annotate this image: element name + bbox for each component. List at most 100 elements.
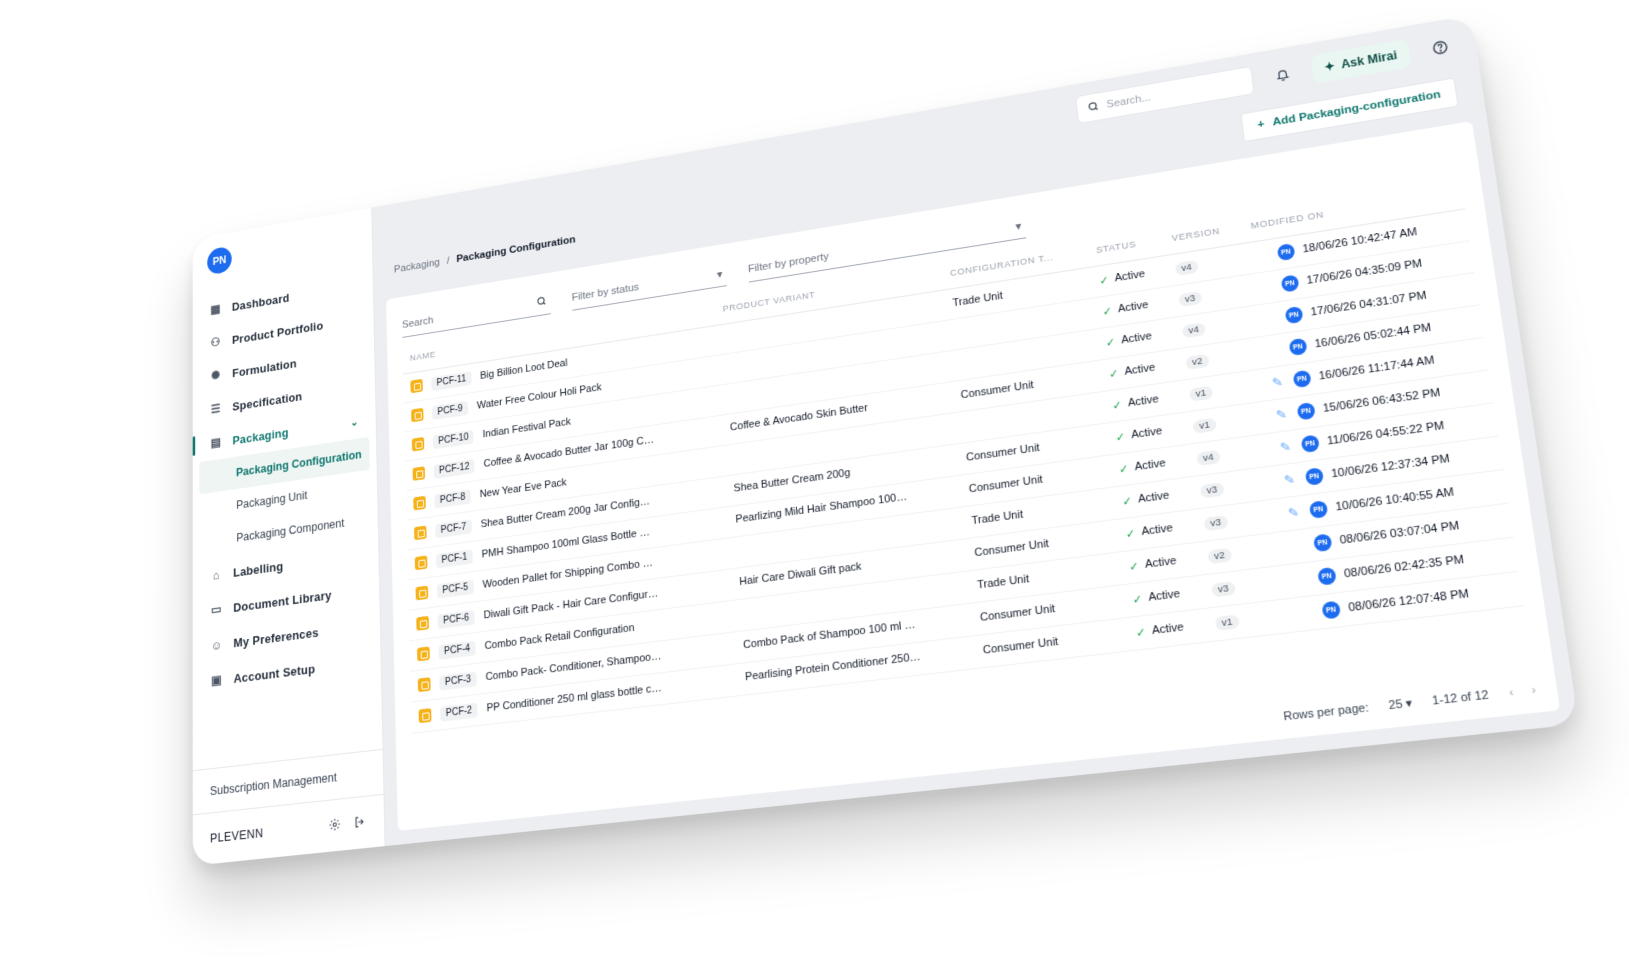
sidebar-bottom: Subscription Management PLEVENN <box>192 748 385 866</box>
sidebar-item-label: Product Portfolio <box>232 318 324 347</box>
help-icon[interactable] <box>1427 35 1453 60</box>
page-range: 1-12 of 12 <box>1431 688 1490 708</box>
bell-icon[interactable] <box>1270 63 1295 88</box>
rows-per-page-value: 25 <box>1387 697 1404 713</box>
modified-timestamp: 10/06/26 10:40:55 AM <box>1334 486 1455 514</box>
config-name[interactable]: New Year Eve Pack <box>479 477 566 500</box>
status-badge: ✓ Active <box>1125 520 1188 541</box>
status-label: Active <box>1137 489 1170 506</box>
account-icon: ▣ <box>211 672 222 688</box>
status-badge: ✓ Active <box>1112 391 1174 412</box>
ask-mirai-label: Ask Mirai <box>1340 48 1398 72</box>
config-code: PCF-5 <box>436 579 474 599</box>
gear-icon[interactable] <box>328 817 341 835</box>
chevron-down-icon: ⌄ <box>350 416 359 429</box>
sidebar-nav: ▦ Dashboard ⚇ Product Portfolio ✺ Formulation… <box>193 261 383 770</box>
config-code: PCF-7 <box>435 518 472 538</box>
avatar: PN <box>1284 305 1304 325</box>
avatar: PN <box>1304 467 1324 486</box>
user-avatar[interactable]: PN <box>207 245 232 276</box>
status-badge: ✓ Active <box>1118 455 1180 476</box>
status-label: Active <box>1120 330 1153 347</box>
breadcrumb-root[interactable]: Packaging <box>394 257 440 275</box>
status-badge: ✓ Active <box>1115 423 1177 444</box>
config-code: PCF-12 <box>433 458 475 479</box>
config-code: PCF-4 <box>438 640 476 660</box>
package-icon <box>418 708 432 724</box>
version-badge: v4 <box>1181 322 1206 339</box>
check-icon: ✓ <box>1108 367 1120 381</box>
config-name[interactable]: Big Billion Loot Deal <box>480 357 568 381</box>
avatar: PN <box>1321 600 1341 620</box>
avatar: PN <box>1296 402 1316 421</box>
status-label: Active <box>1140 521 1174 539</box>
sidebar-item-label: Specification <box>232 388 303 414</box>
version-badge: v2 <box>1207 547 1232 565</box>
chevron-right-icon[interactable]: › <box>1531 683 1537 697</box>
chevron-left-icon[interactable]: ‹ <box>1508 686 1514 700</box>
rows-per-page-label: Rows per page: <box>1282 701 1370 724</box>
stage: PN ▦ Dashboard ⚇ Product Portfolio ✺ Formulat… <box>0 0 1629 966</box>
config-code: PCF-1 <box>435 548 473 568</box>
package-icon <box>410 378 423 394</box>
footer-tools <box>328 814 366 835</box>
hierarchy-icon: ⚇ <box>210 334 221 350</box>
edited-icon: ✎ <box>1279 439 1292 455</box>
check-icon: ✓ <box>1128 559 1140 574</box>
plus-icon: + <box>1256 118 1266 131</box>
sidebar-item-label: Dashboard <box>231 290 290 314</box>
status-badge: ✓ Active <box>1132 585 1195 607</box>
status-label: Active <box>1151 620 1185 638</box>
package-icon <box>415 585 429 601</box>
ask-mirai-button[interactable]: ✦ Ask Mirai <box>1310 38 1412 84</box>
package-icon <box>414 555 428 571</box>
search-icon <box>1086 100 1099 116</box>
package-icon <box>412 466 426 481</box>
global-search-placeholder: Search... <box>1106 91 1152 111</box>
status-label: Active <box>1130 425 1163 442</box>
check-icon: ✓ <box>1115 430 1126 444</box>
version-badge: v1 <box>1188 385 1214 402</box>
version-badge: v3 <box>1203 514 1229 532</box>
tag-icon: ⌂ <box>212 567 220 582</box>
configuration-table: Name Product Variant Configuration T... Sta… <box>402 178 1524 733</box>
caret-down-icon: ▾ <box>1405 696 1413 711</box>
sidebar-item-label: Document Library <box>233 587 332 615</box>
version-badge: v3 <box>1210 581 1236 598</box>
version-badge: v1 <box>1214 614 1240 631</box>
edited-icon: ✎ <box>1271 374 1284 391</box>
org-name: PLEVENN <box>210 826 264 846</box>
config-name[interactable]: Indian Festival Pack <box>482 416 570 440</box>
edited-icon: ✎ <box>1283 471 1296 488</box>
rows-per-page-select[interactable]: 25 ▾ <box>1388 696 1413 713</box>
version-badge: v1 <box>1192 417 1217 434</box>
status-label: Active <box>1133 457 1167 474</box>
logout-icon[interactable] <box>353 814 366 832</box>
modified-timestamp: 10/06/26 12:37:34 PM <box>1330 452 1451 481</box>
box-table-icon: ▤ <box>210 434 222 450</box>
version-badge: v3 <box>1178 291 1203 308</box>
status-label: Active <box>1147 587 1181 604</box>
check-icon: ✓ <box>1121 494 1133 509</box>
config-code: PCF-11 <box>431 370 472 391</box>
breadcrumb-separator: / <box>446 255 450 267</box>
edited-icon: ✎ <box>1287 504 1300 521</box>
status-badge: ✓ Active <box>1108 359 1170 381</box>
sidebar-item-label: My Preferences <box>233 624 319 650</box>
package-icon <box>413 525 427 541</box>
config-code: PCF-9 <box>431 400 469 420</box>
grid-icon: ▦ <box>210 301 221 317</box>
version-badge: v3 <box>1199 482 1225 499</box>
version-badge: v4 <box>1174 259 1199 276</box>
main-area: Search... ✦ Ask Mirai Packaging / Packagin… <box>372 15 1579 846</box>
check-icon: ✓ <box>1135 625 1147 640</box>
package-icon <box>413 495 426 511</box>
status-label: Active <box>1117 299 1150 316</box>
status-badge: ✓ Active <box>1102 296 1163 318</box>
